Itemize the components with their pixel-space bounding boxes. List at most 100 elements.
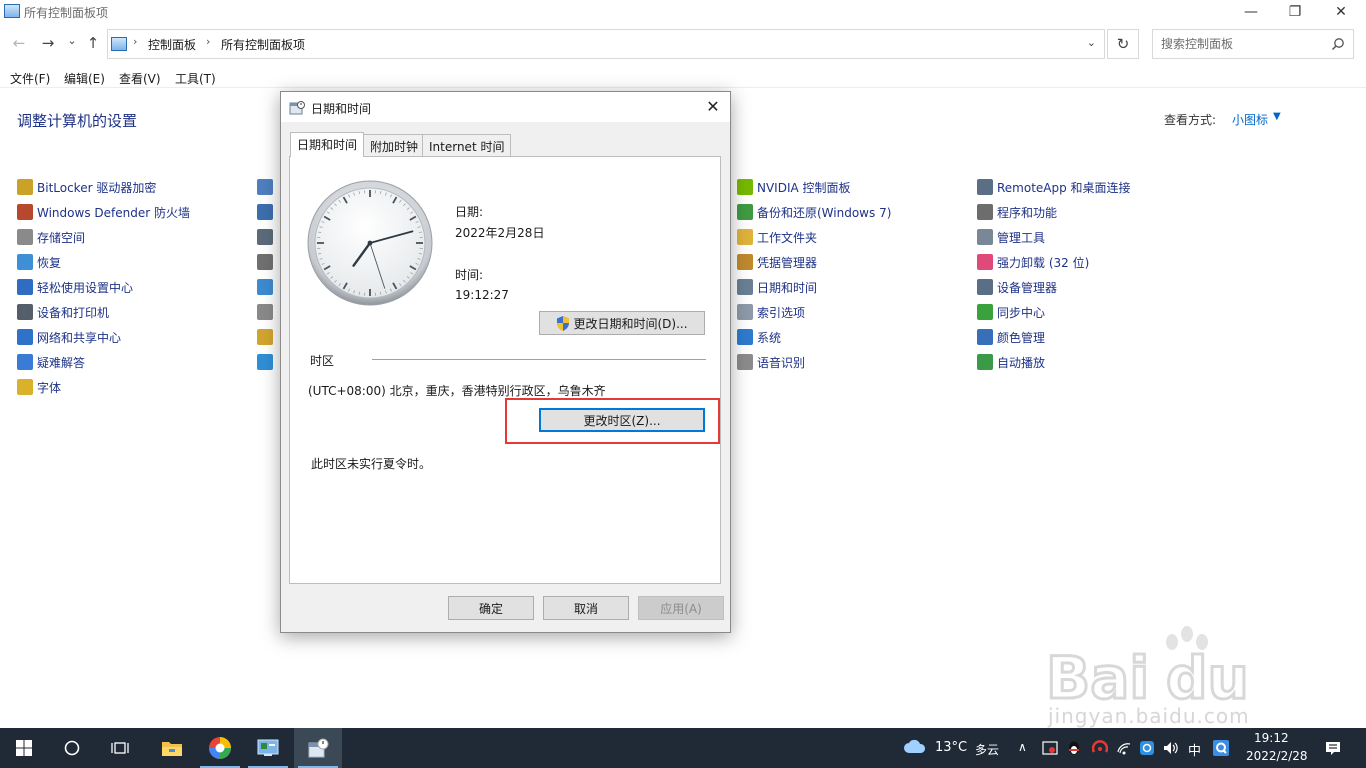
volume-tray-icon[interactable] — [1162, 740, 1178, 756]
menu-file[interactable]: 文件(F) — [10, 70, 50, 87]
search-icon[interactable] — [1331, 37, 1345, 51]
clock-date[interactable]: 2022/2/28 — [1246, 749, 1308, 763]
search-taskbar-button[interactable] — [48, 728, 96, 768]
cp-item[interactable]: 程序和功能 — [977, 202, 1057, 222]
network-tray-icon[interactable] — [1116, 740, 1132, 756]
weather-cloud-icon[interactable] — [903, 739, 927, 755]
tab-additional-clocks[interactable]: 附加时钟 — [363, 134, 426, 156]
cp-item[interactable]: 设备管理器 — [977, 277, 1057, 297]
menu-tools[interactable]: 工具(T) — [175, 70, 216, 87]
address-bar[interactable]: › 控制面板 › 所有控制面板项 ⌄ — [107, 29, 1105, 59]
cp-item[interactable]: Windows Defender 防火墙 — [17, 202, 190, 222]
recent-locations-button[interactable]: ⌄ — [63, 32, 81, 50]
cp-item[interactable]: BitLocker 驱动器加密 — [17, 177, 156, 197]
close-button[interactable]: ✕ — [1318, 0, 1364, 24]
cp-item[interactable]: 强力卸载 (32 位) — [977, 252, 1089, 272]
cp-item[interactable]: 备份和还原(Windows 7) — [737, 202, 891, 222]
cp-item[interactable]: 自动播放 — [977, 352, 1045, 372]
apply-button[interactable]: 应用(A) — [638, 596, 724, 620]
cp-item-partially-hidden[interactable] — [257, 202, 277, 222]
cp-item-icon — [737, 354, 753, 370]
antivirus-tray-icon[interactable] — [1092, 740, 1108, 756]
cp-item-partially-hidden[interactable] — [257, 252, 277, 272]
breadcrumb-all-items[interactable]: 所有控制面板项 — [221, 36, 305, 53]
qq-penguin-icon[interactable] — [1066, 740, 1082, 756]
cp-item-partially-hidden[interactable] — [257, 277, 277, 297]
file-explorer-button[interactable] — [148, 728, 196, 768]
cp-item[interactable]: 索引选项 — [737, 302, 805, 322]
navigation-bar: ← → ⌄ ↑ › 控制面板 › 所有控制面板项 ⌄ ↻ — [0, 29, 1366, 59]
cp-item[interactable]: 同步中心 — [977, 302, 1045, 322]
forward-button[interactable]: → — [39, 34, 57, 52]
cp-item-label: 恢复 — [37, 255, 62, 270]
maximize-button[interactable]: ❐ — [1272, 0, 1318, 24]
cp-item-partially-hidden[interactable] — [257, 177, 277, 197]
timezone-separator — [372, 359, 706, 360]
cp-item[interactable]: 网络和共享中心 — [17, 327, 121, 347]
search-box[interactable] — [1152, 29, 1354, 59]
cp-item[interactable]: NVIDIA 控制面板 — [737, 177, 851, 197]
cp-item[interactable]: 颜色管理 — [977, 327, 1045, 347]
start-button[interactable] — [0, 728, 48, 768]
dialog-close-button[interactable]: ✕ — [702, 96, 724, 118]
input-method-indicator[interactable]: 中 — [1188, 740, 1201, 759]
cp-item[interactable]: 存储空间 — [17, 227, 85, 247]
clock-time[interactable]: 19:12 — [1254, 731, 1289, 745]
cancel-button[interactable]: 取消 — [543, 596, 629, 620]
refresh-button[interactable]: ↻ — [1107, 29, 1139, 59]
show-hidden-icons-button[interactable]: ∧ — [1018, 740, 1027, 754]
cloud-sync-tray-icon[interactable] — [1139, 740, 1155, 756]
cp-item-icon — [257, 329, 273, 345]
change-date-time-button[interactable]: 更改日期和时间(D)... — [539, 311, 705, 335]
tab-internet-time[interactable]: Internet 时间 — [422, 134, 512, 156]
cp-item-label: 工作文件夹 — [757, 230, 818, 245]
cp-item[interactable]: 疑难解答 — [17, 352, 85, 372]
q-app-tray-icon[interactable] — [1213, 740, 1229, 756]
back-button[interactable]: ← — [10, 34, 28, 52]
dialog-title: 日期和时间 — [311, 102, 372, 116]
cp-item[interactable]: 字体 — [17, 377, 61, 397]
up-button[interactable]: ↑ — [84, 34, 102, 52]
cp-item[interactable]: 轻松使用设置中心 — [17, 277, 133, 297]
breadcrumb-control-panel[interactable]: 控制面板 — [148, 36, 196, 53]
breadcrumb-separator[interactable]: › — [206, 35, 210, 48]
cp-item-icon — [977, 179, 993, 195]
action-center-icon[interactable] — [1325, 740, 1341, 756]
browser-app-button[interactable] — [196, 728, 244, 768]
cp-item-partially-hidden[interactable] — [257, 352, 277, 372]
dialog-titlebar: 日期和时间 ✕ — [281, 92, 730, 122]
cp-item[interactable]: RemoteApp 和桌面连接 — [977, 177, 1131, 197]
minimize-button[interactable]: — — [1228, 0, 1274, 24]
search-input[interactable] — [1153, 30, 1323, 58]
breadcrumb-separator[interactable]: › — [133, 35, 137, 48]
cp-item[interactable]: 凭据管理器 — [737, 252, 817, 272]
cp-item[interactable]: 语音识别 — [737, 352, 805, 372]
cp-item[interactable]: 日期和时间 — [737, 277, 817, 297]
cp-item-icon — [257, 254, 273, 270]
cp-item-label: 颜色管理 — [997, 330, 1046, 345]
date-time-taskbar-button[interactable] — [294, 728, 342, 768]
weather-description[interactable]: 多云 — [975, 741, 999, 758]
weather-temperature[interactable]: 13°C — [935, 740, 967, 755]
cp-item[interactable]: 系统 — [737, 327, 781, 347]
view-by-arrow-icon[interactable]: ▼ — [1273, 111, 1281, 122]
cp-item-partially-hidden[interactable] — [257, 227, 277, 247]
security-tray-icon[interactable] — [1042, 740, 1058, 756]
cp-item[interactable]: 恢复 — [17, 252, 61, 272]
cp-item[interactable]: 工作文件夹 — [737, 227, 817, 247]
cp-item-label: 网络和共享中心 — [37, 330, 122, 345]
address-dropdown-button[interactable]: ⌄ — [1087, 36, 1096, 49]
cp-item[interactable]: 管理工具 — [977, 227, 1045, 247]
cp-item-icon — [737, 179, 753, 195]
view-by-dropdown[interactable]: 小图标 — [1232, 111, 1268, 128]
cp-item[interactable]: 设备和打印机 — [17, 302, 109, 322]
cp-item-partially-hidden[interactable] — [257, 327, 277, 347]
task-view-button[interactable] — [96, 728, 144, 768]
ok-button[interactable]: 确定 — [448, 596, 534, 620]
menu-edit[interactable]: 编辑(E) — [64, 70, 105, 87]
cp-item-partially-hidden[interactable] — [257, 302, 277, 322]
control-panel-taskbar-button[interactable] — [244, 728, 292, 768]
menu-view[interactable]: 查看(V) — [119, 70, 161, 87]
tab-date-time[interactable]: 日期和时间 — [290, 132, 365, 157]
cp-item-icon — [977, 354, 993, 370]
